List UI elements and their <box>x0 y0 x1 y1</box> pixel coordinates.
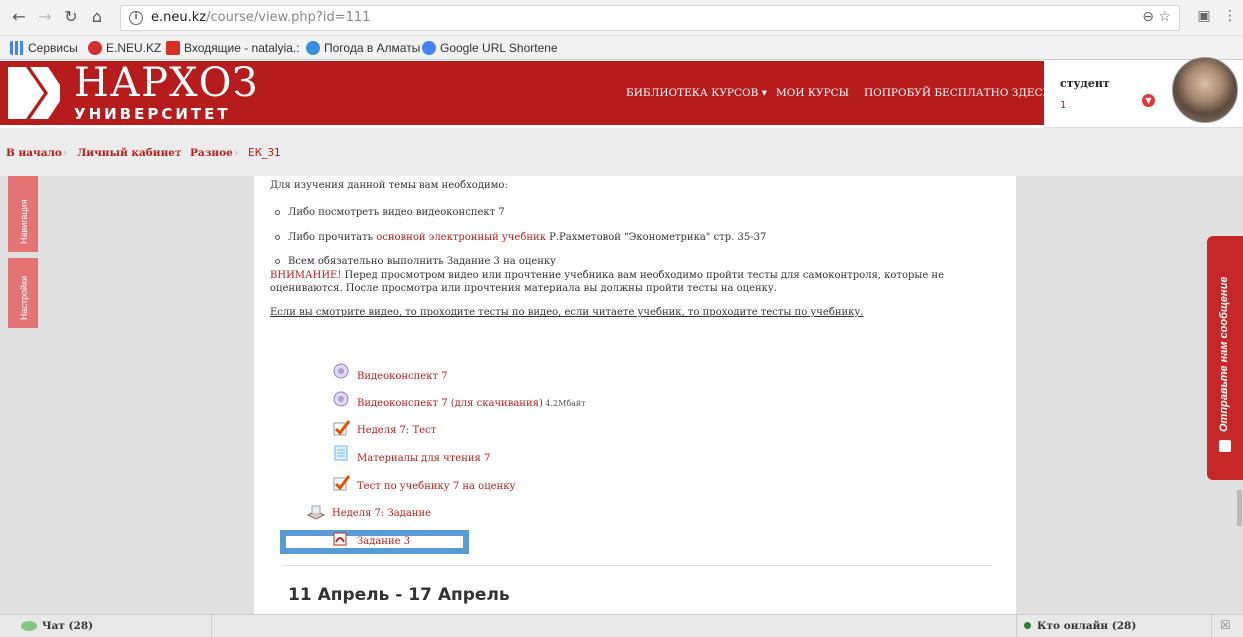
user-name: студент <box>1060 77 1110 90</box>
activity-week7-test[interactable]: Неделя 7: Тест <box>357 425 436 436</box>
close-icon[interactable]: ☒ <box>1220 618 1231 632</box>
chat-icon <box>21 621 37 631</box>
bullet-icon <box>275 235 280 240</box>
online-users-button[interactable]: Кто онлайн (28) <box>1016 615 1212 637</box>
quiz-icon <box>333 420 351 436</box>
bookmark-services[interactable]: Сервисы <box>10 41 78 55</box>
bookmark-inbox[interactable]: Входящие - natalyia.: <box>166 41 300 55</box>
user-id: 1 <box>1060 100 1067 111</box>
activity-textbook-test[interactable]: Тест по учебнику 7 на оценку <box>357 481 515 492</box>
avatar[interactable] <box>1172 57 1238 123</box>
info-icon[interactable]: i <box>129 11 143 25</box>
gmail-icon <box>166 41 180 55</box>
logo-title: НАРХОЗ <box>74 60 259 106</box>
bullet-assignment: Всем обязательно выполнить Задание 3 на … <box>288 256 557 267</box>
assignment-3-link[interactable]: Задание 3 <box>357 536 410 547</box>
address-url[interactable]: e.neu.kz/course/view.php?id=111 <box>151 10 370 25</box>
home-icon[interactable]: ⌂ <box>88 8 106 26</box>
google-icon <box>422 41 436 55</box>
browser-toolbar: ← → ↻ ⌂ i e.neu.kz/course/view.php?id=11… <box>0 0 1243 36</box>
breadcrumb-misc[interactable]: Разное <box>190 147 233 159</box>
nav-my-courses[interactable]: МОИ КУРСЫ <box>776 87 849 99</box>
breadcrumb: В начало › Личный кабинет › Разное › ЕК_… <box>0 128 1243 176</box>
chat-button[interactable]: Чат (28) <box>8 615 212 637</box>
breadcrumb-home[interactable]: В начало <box>6 147 62 159</box>
address-bar[interactable]: i e.neu.kz/course/view.php?id=111 ⊖ ☆ <box>120 5 1180 31</box>
quiz-icon <box>333 475 351 491</box>
forward-icon[interactable]: → <box>36 8 54 26</box>
nav-try-free[interactable]: ПОПРОБУЙ БЕСПЛАТНО ЗДЕСЬ! <box>864 87 1054 99</box>
breadcrumb-course[interactable]: ЕК_31 <box>248 147 281 159</box>
user-dropdown-icon[interactable]: ▼ <box>1142 94 1155 107</box>
weather-icon <box>306 41 320 55</box>
video-icon <box>333 391 349 407</box>
activity-video-download[interactable]: Видеоконспект 7 (для скачивания) 4.2Мбай… <box>357 398 586 409</box>
menu-icon[interactable]: ⋮ <box>1222 8 1238 24</box>
bullet-icon <box>275 259 280 264</box>
bookmark-eneu[interactable]: E.NEU.KZ <box>88 41 161 55</box>
envelope-icon <box>1219 440 1231 452</box>
assignment-icon <box>306 505 326 520</box>
online-status-icon <box>1024 622 1031 629</box>
warning-label: ВНИМАНИЕ! <box>270 270 342 281</box>
scrollbar-thumb[interactable] <box>1237 490 1242 526</box>
section-divider <box>282 565 992 566</box>
sidebar-tab-navigation[interactable]: Навигация <box>8 176 38 252</box>
bookmarks-bar: Сервисы E.NEU.KZ Входящие - natalyia.: П… <box>0 36 1243 60</box>
bullet-textbook: Либо прочитать основной электронный учеб… <box>288 232 767 243</box>
breadcrumb-separator-icon: › <box>234 147 239 159</box>
logo-mark-icon <box>8 67 60 119</box>
feedback-label: Отправьте нам сообщение <box>1218 276 1230 432</box>
warning-line-1: ВНИМАНИЕ! Перед просмотром видео или про… <box>270 270 945 281</box>
back-icon[interactable]: ← <box>10 8 28 26</box>
logo-subtitle: УНИВЕРСИТЕТ <box>74 105 231 123</box>
user-menu[interactable]: студент 1 ▼ <box>1044 57 1243 128</box>
document-icon <box>334 445 348 461</box>
activity-reading[interactable]: Материалы для чтения 7 <box>357 453 490 464</box>
zoom-star-icons[interactable]: ⊖ ☆ <box>1142 9 1171 25</box>
feedback-tab[interactable]: Отправьте нам сообщение <box>1207 236 1243 480</box>
reload-icon[interactable]: ↻ <box>62 8 80 26</box>
textbook-link[interactable]: основной электронный учебник <box>376 232 546 243</box>
pdf-icon <box>333 532 347 546</box>
sidebar-tab-settings[interactable]: Настройки <box>8 258 38 328</box>
bookmark-url-shortener[interactable]: Google URL Shortene <box>422 41 558 55</box>
next-week-title: 11 Апрель - 17 Апрель <box>288 585 510 605</box>
activity-video[interactable]: Видеоконспект 7 <box>357 371 448 382</box>
breadcrumb-dashboard[interactable]: Личный кабинет <box>77 147 181 159</box>
intro-text: Для изучения данной темы вам необходимо: <box>270 180 508 191</box>
apps-grid-icon <box>10 41 24 55</box>
bottom-bar: Чат (28) Кто онлайн (28) ☒ <box>0 614 1243 637</box>
bullet-video: Либо посмотреть видео видеоконспект 7 <box>288 207 505 218</box>
instruction-note: Если вы смотрите видео, то проходите тес… <box>270 307 864 318</box>
video-icon <box>333 363 349 379</box>
bookmark-weather[interactable]: Погода в Алматы <box>306 41 420 55</box>
warning-line-2: оцениваются. После просмотра или прочтен… <box>270 283 777 294</box>
breadcrumb-separator-icon: › <box>63 147 68 159</box>
narxoz-logo[interactable]: НАРХОЗ УНИВЕРСИТЕТ <box>8 61 257 123</box>
nav-course-library[interactable]: БИБЛИОТЕКА КУРСОВ ▾ <box>626 87 767 99</box>
breadcrumb-separator-icon: › <box>176 147 181 159</box>
assignment-section[interactable]: Неделя 7: Задание <box>332 508 431 519</box>
extension-icon[interactable]: ▣ <box>1196 8 1212 24</box>
eneu-icon <box>88 41 102 55</box>
bullet-icon <box>275 210 280 215</box>
